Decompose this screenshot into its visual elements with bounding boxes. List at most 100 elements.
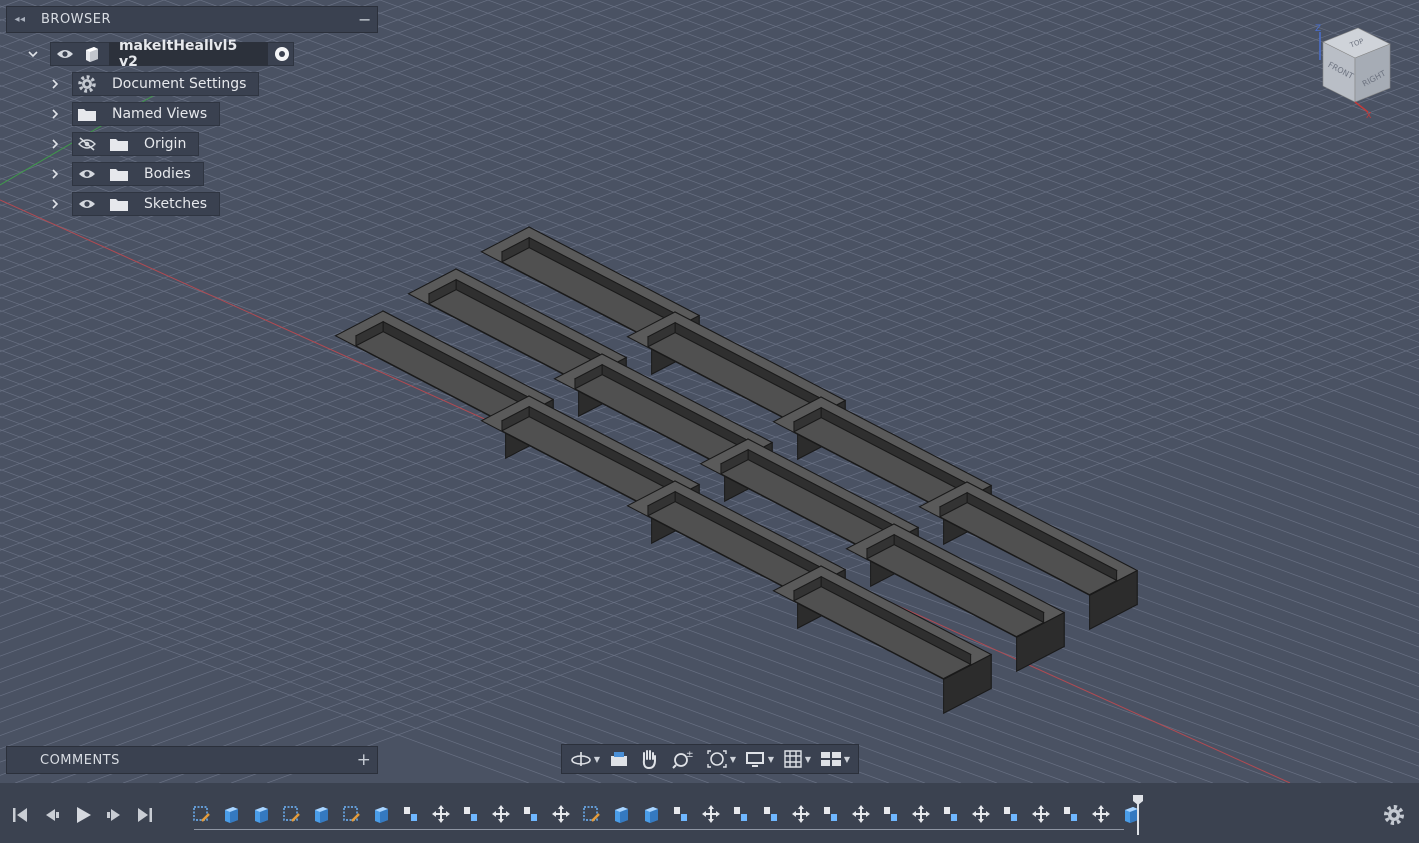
add-comment-button[interactable]: + — [351, 750, 377, 770]
timeline-feature-move[interactable] — [490, 803, 512, 825]
timeline-feature-extrude[interactable] — [220, 803, 242, 825]
active-component-radio-icon[interactable] — [272, 43, 293, 65]
eye-icon[interactable] — [54, 43, 75, 65]
browser-root-node[interactable]: makeItHeallvl5 v2 — [50, 38, 294, 70]
chevron-down-icon[interactable] — [26, 47, 40, 61]
timeline-feature-sketch[interactable] — [580, 803, 602, 825]
grid-settings-button[interactable]: ▼ — [778, 746, 816, 772]
zoom-button[interactable]: ± — [664, 746, 702, 772]
timeline-marker-handle[interactable] — [1133, 795, 1143, 835]
timeline-feature-move[interactable] — [970, 803, 992, 825]
copy-icon — [1061, 804, 1081, 824]
timeline-bar — [0, 783, 1419, 843]
extrude-icon — [641, 804, 661, 824]
timeline-feature-extrude[interactable] — [640, 803, 662, 825]
timeline-feature-move[interactable] — [550, 803, 572, 825]
axis-x-label: X — [1366, 111, 1372, 120]
step-forward-button[interactable] — [104, 805, 124, 825]
browser-item-sketches[interactable]: Sketches — [72, 192, 221, 216]
timeline-feature-copy[interactable] — [1000, 803, 1022, 825]
orbit-icon — [571, 752, 591, 766]
chevron-right-icon[interactable] — [48, 107, 62, 121]
timeline-feature-move[interactable] — [910, 803, 932, 825]
move-icon — [431, 804, 451, 824]
go-to-start-button[interactable] — [10, 805, 30, 825]
eye-icon[interactable] — [76, 163, 98, 185]
copy-icon — [761, 804, 781, 824]
timeline-feature-copy[interactable] — [400, 803, 422, 825]
browser-item-label: Origin — [144, 136, 187, 152]
display-settings-icon — [745, 752, 764, 767]
timeline-feature-extrude[interactable] — [610, 803, 632, 825]
timeline-feature-extrude[interactable] — [370, 803, 392, 825]
timeline-feature-move[interactable] — [790, 803, 812, 825]
folder-icon — [76, 103, 98, 125]
browser-item-bodies[interactable]: Bodies — [72, 162, 204, 186]
move-icon — [1091, 804, 1111, 824]
hidden-eye-icon[interactable] — [76, 133, 98, 155]
browser-item-document-settings[interactable]: Document Settings — [72, 72, 260, 96]
display-settings-button[interactable]: ▼ — [740, 746, 778, 772]
play-icon — [77, 807, 91, 823]
zoom-icon: ± — [672, 750, 694, 769]
timeline-settings-gear-icon[interactable] — [1382, 803, 1406, 827]
view-cube[interactable]: Z TOP FRONT RIGHT X — [1308, 20, 1398, 120]
browser-item-named-views[interactable]: Named Views — [72, 102, 221, 126]
timeline-feature-move[interactable] — [1090, 803, 1112, 825]
collapse-panel-icon[interactable]: ◂◂ — [7, 14, 33, 25]
timeline-feature-copy[interactable] — [940, 803, 962, 825]
browser-item-label: Document Settings — [112, 76, 247, 92]
copy-icon — [941, 804, 961, 824]
timeline-feature-sketch[interactable] — [340, 803, 362, 825]
move-icon — [911, 804, 931, 824]
grid-icon — [784, 750, 802, 768]
timeline-feature-copy[interactable] — [520, 803, 542, 825]
browser-item-label: Named Views — [112, 106, 208, 122]
minimize-browser-button[interactable]: − — [353, 10, 377, 29]
timeline-feature-extrude[interactable] — [250, 803, 272, 825]
timeline-feature-sketch[interactable] — [280, 803, 302, 825]
move-icon — [1031, 804, 1051, 824]
chevron-right-icon[interactable] — [48, 77, 62, 91]
go-to-end-icon — [138, 808, 152, 822]
timeline-feature-copy[interactable] — [1060, 803, 1082, 825]
timeline-feature-move[interactable] — [700, 803, 722, 825]
copy-icon — [521, 804, 541, 824]
eye-icon[interactable] — [76, 193, 98, 215]
pan-button[interactable] — [634, 746, 664, 772]
step-forward-icon — [107, 809, 120, 821]
move-icon — [851, 804, 871, 824]
pan-icon — [642, 750, 656, 770]
viewports-button[interactable]: ▼ — [816, 746, 854, 772]
timeline-feature-copy[interactable] — [730, 803, 752, 825]
timeline-feature-extrude[interactable] — [310, 803, 332, 825]
browser-item-origin[interactable]: Origin — [72, 132, 200, 156]
timeline-feature-sketch[interactable] — [190, 803, 212, 825]
look-at-button[interactable] — [604, 746, 634, 772]
browser-title: BROWSER — [41, 12, 112, 27]
chevron-right-icon[interactable] — [48, 197, 62, 211]
go-to-end-button[interactable] — [135, 805, 155, 825]
timeline-feature-move[interactable] — [430, 803, 452, 825]
timeline-feature-move[interactable] — [850, 803, 872, 825]
timeline-feature-move[interactable] — [1030, 803, 1052, 825]
chevron-right-icon[interactable] — [48, 137, 62, 151]
copy-icon — [821, 804, 841, 824]
timeline-track[interactable] — [190, 801, 1138, 831]
timeline-feature-copy[interactable] — [760, 803, 782, 825]
timeline-feature-copy[interactable] — [880, 803, 902, 825]
move-icon — [791, 804, 811, 824]
timeline-feature-copy[interactable] — [670, 803, 692, 825]
orbit-button[interactable]: ▼ — [566, 746, 604, 772]
play-button[interactable] — [73, 805, 93, 825]
comments-title: COMMENTS — [40, 752, 120, 768]
extrude-icon — [251, 804, 271, 824]
fit-button[interactable]: ▼ — [702, 746, 740, 772]
chevron-right-icon[interactable] — [48, 167, 62, 181]
timeline-feature-copy[interactable] — [460, 803, 482, 825]
step-back-button[interactable] — [42, 805, 62, 825]
folder-icon — [108, 133, 130, 155]
folder-icon — [108, 163, 130, 185]
browser-panel-header: ◂◂ BROWSER − — [6, 6, 378, 33]
timeline-feature-copy[interactable] — [820, 803, 842, 825]
